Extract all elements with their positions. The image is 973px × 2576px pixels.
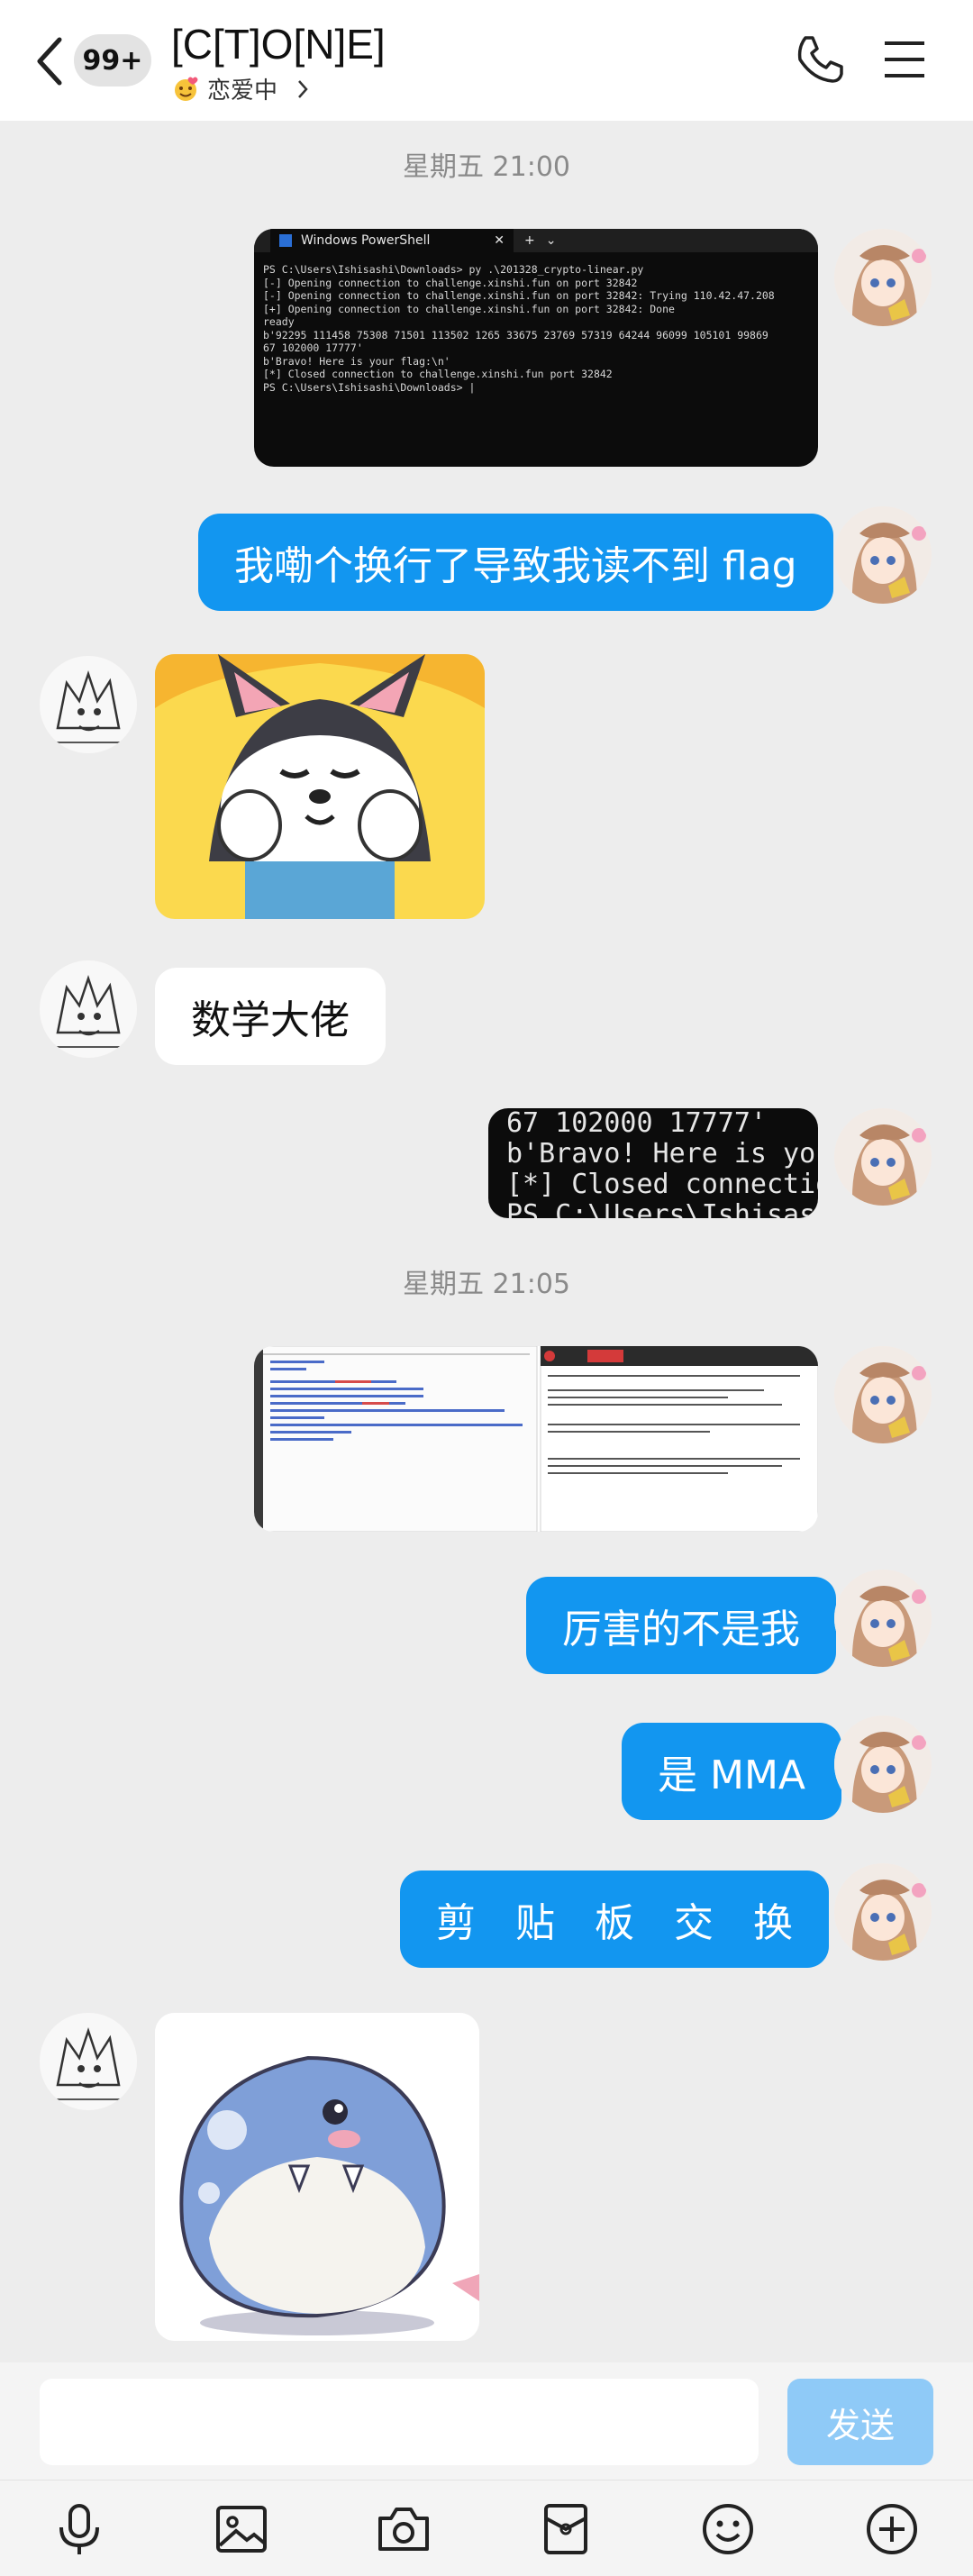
anime-girl-avatar-icon <box>834 1863 932 1961</box>
terminal-line: [-] Opening connection to challenge.xins… <box>263 289 775 302</box>
anime-girl-avatar-icon <box>834 1346 932 1443</box>
avatar-self[interactable] <box>834 1716 932 1813</box>
anime-girl-avatar-icon <box>834 229 932 326</box>
sketch-avatar-icon <box>40 2013 137 2110</box>
new-tab-icon: + <box>524 233 535 248</box>
timestamp: 星期五 21:05 <box>403 1269 570 1300</box>
avatar-self[interactable] <box>834 1570 932 1667</box>
red-packet-icon[interactable] <box>537 2500 595 2558</box>
love-emoji-icon <box>175 77 198 101</box>
anime-girl-avatar-icon <box>834 1108 932 1206</box>
terminal-line: PS C:\Users\Ishisashi\Downloads> | <box>263 380 476 394</box>
camera-icon[interactable] <box>375 2500 432 2558</box>
terminal-line: [+] Opening connection to challenge.xins… <box>263 302 675 315</box>
message-bubble-out[interactable]: 厉害的不是我 <box>526 1577 836 1674</box>
powershell-icon <box>279 234 292 247</box>
avatar-other[interactable] <box>40 2013 137 2110</box>
anime-girl-avatar-icon <box>834 506 932 604</box>
chat-header: 99+ [C[T]O[N]E] 恋爱中 <box>0 0 973 121</box>
avatar-self[interactable] <box>834 229 932 326</box>
image-message-powershell[interactable]: Windows PowerShell ✕ + ⌄ PS C:\Users\Ish… <box>254 229 818 467</box>
chevron-right-icon <box>298 79 308 98</box>
message-input[interactable] <box>40 2379 759 2465</box>
phone-call-icon[interactable] <box>793 32 847 86</box>
sticker-husky[interactable] <box>155 654 485 919</box>
code-editor-screenshot-icon <box>254 1346 818 1532</box>
terminal-line: b'92295 111458 75308 71501 113502 1265 3… <box>263 328 768 341</box>
message-bubble-out[interactable]: 我嘞个换行了导致我读不到 flag <box>198 514 833 611</box>
unread-badge[interactable]: 99+ <box>74 34 151 86</box>
terminal-zoom-output: 67 102000 17777' b'Bravo! Here is you [*] … <box>488 1108 818 1218</box>
menu-icon[interactable] <box>883 40 926 79</box>
terminal-zoom-line: PS C:\Users\Ishisash <box>506 1199 818 1219</box>
message-bubble-out[interactable]: 是 MMA <box>622 1723 842 1820</box>
tab-close-icon: ✕ <box>494 233 505 248</box>
terminal-line: ready <box>263 315 295 328</box>
sketch-avatar-icon <box>40 960 137 1058</box>
back-arrow-icon[interactable] <box>32 34 68 88</box>
sketch-avatar-icon <box>40 656 137 753</box>
terminal-line: [*] Closed connection to challenge.xinsh… <box>263 368 613 380</box>
avatar-self[interactable] <box>834 1108 932 1206</box>
dropdown-icon: ⌄ <box>545 233 557 248</box>
send-button[interactable]: 发送 <box>787 2379 933 2465</box>
terminal-line: b'Bravo! Here is your flag:\n' <box>263 354 450 368</box>
image-message-code-screenshot[interactable] <box>254 1346 818 1532</box>
terminal-line: 67 102000 17777' <box>263 341 363 354</box>
message-bubble-out[interactable]: 剪 贴 板 交 换 <box>400 1871 829 1968</box>
sticker-blue-seal[interactable] <box>155 2013 479 2341</box>
input-toolbar <box>0 2480 973 2576</box>
terminal-output: PS C:\Users\Ishisashi\Downloads> py .\20… <box>254 252 818 394</box>
avatar-self[interactable] <box>834 1346 932 1443</box>
chat-title[interactable]: [C[T]O[N]E] <box>171 20 386 68</box>
chat-status[interactable]: 恋爱中 <box>171 72 310 105</box>
image-icon[interactable] <box>213 2500 270 2558</box>
emoji-icon[interactable] <box>699 2500 757 2558</box>
anime-girl-avatar-icon <box>834 1570 932 1667</box>
plus-icon[interactable] <box>863 2500 921 2558</box>
terminal-zoom-line: [*] Closed connectio <box>506 1169 818 1200</box>
blue-seal-sticker-icon <box>155 2013 479 2341</box>
avatar-other[interactable] <box>40 656 137 753</box>
image-message-terminal-zoom[interactable]: 67 102000 17777' b'Bravo! Here is you [*] … <box>488 1108 818 1218</box>
terminal-zoom-line: 67 102000 17777' <box>506 1108 767 1139</box>
chat-status-label: 恋爱中 <box>207 77 278 105</box>
avatar-other[interactable] <box>40 960 137 1058</box>
powershell-tab-title: Windows PowerShell <box>301 233 431 248</box>
husky-sticker-icon <box>155 654 485 919</box>
terminal-line: [-] Opening connection to challenge.xins… <box>263 276 638 289</box>
message-bubble-in[interactable]: 数学大佬 <box>155 968 386 1065</box>
avatar-self[interactable] <box>834 1863 932 1961</box>
message-input-bar: 发送 <box>0 2362 973 2480</box>
avatar-self[interactable] <box>834 506 932 604</box>
terminal-zoom-line: b'Bravo! Here is you <box>506 1138 818 1170</box>
terminal-line: PS C:\Users\Ishisashi\Downloads> py .\20… <box>263 263 644 276</box>
microphone-icon[interactable] <box>50 2500 108 2558</box>
anime-girl-avatar-icon <box>834 1716 932 1813</box>
timestamp: 星期五 21:00 <box>403 151 570 183</box>
